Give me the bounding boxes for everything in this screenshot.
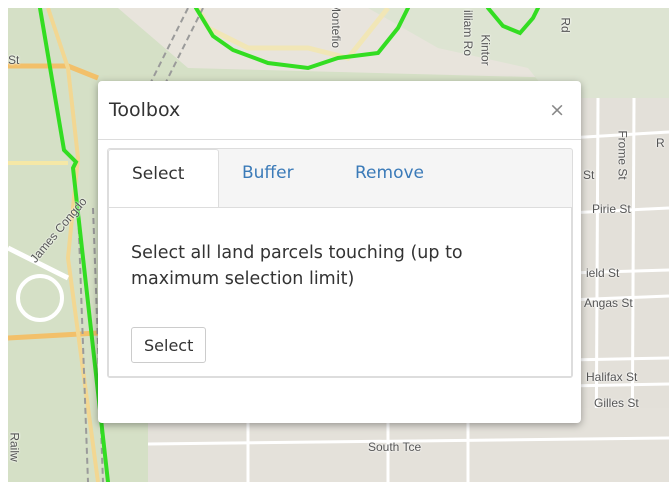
tab-select-label: Select bbox=[132, 164, 185, 184]
select-description: Select all land parcels touching (up to … bbox=[131, 243, 463, 289]
select-button[interactable]: Select bbox=[131, 327, 207, 363]
toolbox-title: Toolbox bbox=[109, 99, 181, 121]
toolbox-header: Toolbox × bbox=[98, 81, 581, 140]
tab-bar: Select Buffer Remove bbox=[108, 149, 572, 208]
tab-select[interactable]: Select bbox=[108, 149, 219, 208]
street-label-r-right: R bbox=[656, 136, 665, 150]
street-label-rd: Rd bbox=[558, 17, 573, 33]
street-label-pirie-st: Pirie St bbox=[592, 202, 631, 216]
tab-remove[interactable]: Remove bbox=[355, 163, 424, 183]
street-label-st-right: St bbox=[583, 168, 595, 182]
street-label-frome-st: Frome St bbox=[615, 130, 630, 180]
tab-buffer[interactable]: Buffer bbox=[242, 163, 294, 183]
street-label-gilles-st: Gilles St bbox=[594, 396, 639, 410]
street-label-kintore: Kintor bbox=[478, 34, 493, 66]
tab-content: Select all land parcels touching (up to … bbox=[108, 207, 572, 377]
street-label-montefiore: Montefio bbox=[329, 8, 344, 49]
street-label-william-rd: illiam Ro bbox=[461, 9, 476, 57]
street-label-angas-st: Angas St bbox=[584, 296, 633, 310]
street-label-halifax-st: Halifax St bbox=[586, 370, 638, 384]
street-label-railway: Railw bbox=[8, 432, 22, 462]
street-label-st-left: St bbox=[8, 53, 20, 67]
street-label-field-st: ield St bbox=[586, 266, 620, 280]
close-icon[interactable]: × bbox=[549, 100, 565, 120]
street-label-south-tce: South Tce bbox=[368, 440, 422, 454]
toolbox-dialog: Toolbox × Select Buffer Remove Select al… bbox=[98, 81, 581, 423]
toolbox-panel: Select Buffer Remove Select all land par… bbox=[107, 148, 573, 378]
